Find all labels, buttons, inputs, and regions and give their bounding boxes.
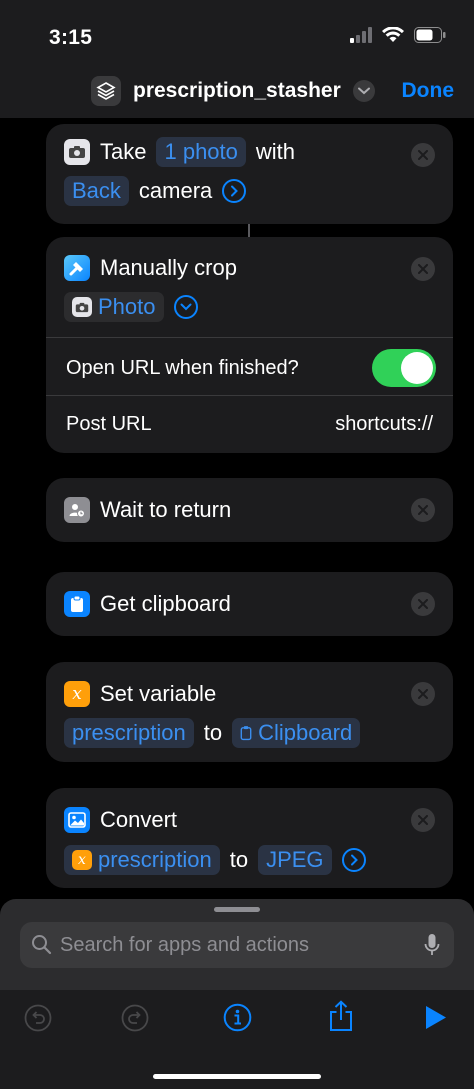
crop-input-param[interactable]: Photo xyxy=(64,292,164,322)
cellular-signal-icon xyxy=(350,27,372,43)
remove-action-convert[interactable] xyxy=(411,808,435,832)
remove-action-take-photo[interactable] xyxy=(411,143,435,167)
search-placeholder: Search for apps and actions xyxy=(60,934,310,956)
variable-value-param[interactable]: Clipboard xyxy=(232,718,361,748)
camera-icon xyxy=(72,297,92,317)
photo-count-param[interactable]: 1 photo xyxy=(156,137,246,167)
convert-input-param[interactable]: x prescription xyxy=(64,845,220,875)
collapse-chevron-down-icon[interactable] xyxy=(173,295,198,319)
undo-icon[interactable] xyxy=(24,1004,52,1032)
open-url-toggle[interactable] xyxy=(372,349,436,387)
post-url-value[interactable]: shortcuts:// xyxy=(335,413,433,436)
crop-input-label: Photo xyxy=(98,294,156,319)
divider xyxy=(46,337,453,338)
remove-action-crop[interactable] xyxy=(411,257,435,281)
convert-title: Convert xyxy=(100,807,178,832)
variable-value-label: Clipboard xyxy=(258,720,353,745)
search-field[interactable]: Search for apps and actions xyxy=(20,922,454,968)
clipboard-icon xyxy=(240,726,252,741)
toggle-knob xyxy=(401,352,433,384)
editor-toolbar xyxy=(0,990,474,1089)
share-icon[interactable] xyxy=(328,1000,354,1032)
expand-chevron-right-icon[interactable] xyxy=(341,848,366,872)
clipboard-title: Get clipboard xyxy=(100,591,231,616)
action-get-clipboard[interactable]: Get clipboard xyxy=(46,572,453,636)
close-icon xyxy=(418,599,428,609)
camera-icon xyxy=(64,139,90,165)
action-wait-to-return[interactable]: Wait to return xyxy=(46,478,453,542)
camera-label: camera xyxy=(138,178,213,203)
status-time: 3:15 xyxy=(49,26,93,49)
variable-x-icon: x xyxy=(72,850,92,870)
to-label: to xyxy=(203,720,223,745)
remove-action-set-variable[interactable] xyxy=(411,682,435,706)
close-icon xyxy=(418,689,428,699)
variable-name-param[interactable]: prescription xyxy=(64,718,194,748)
status-icons xyxy=(350,27,446,43)
crop-title: Manually crop xyxy=(100,255,237,280)
action-convert[interactable]: Convert x prescription to JPEG xyxy=(46,788,453,888)
microphone-icon[interactable] xyxy=(424,933,440,957)
action-manually-crop[interactable]: Manually crop Photo Open URL when finish… xyxy=(46,237,453,453)
play-run-icon[interactable] xyxy=(425,1005,447,1030)
with-label: with xyxy=(255,139,296,164)
action-connector xyxy=(248,224,250,237)
info-icon[interactable] xyxy=(223,1003,252,1032)
chevron-down-icon xyxy=(352,80,375,102)
close-icon xyxy=(418,150,428,160)
clipboard-icon xyxy=(64,591,90,617)
to-label: to xyxy=(229,847,249,872)
convert-input-label: prescription xyxy=(98,847,212,872)
remove-action-wait[interactable] xyxy=(411,498,435,522)
variable-x-icon: x xyxy=(64,681,90,707)
post-url-label: Post URL xyxy=(66,413,152,435)
convert-format-param[interactable]: JPEG xyxy=(258,845,332,875)
sheet-grabber[interactable] xyxy=(214,907,260,912)
shortcut-title-menu[interactable]: prescription_stasher xyxy=(91,76,375,106)
open-url-label: Open URL when finished? xyxy=(66,357,299,379)
wait-title: Wait to return xyxy=(100,497,232,522)
close-icon xyxy=(418,505,428,515)
top-bar: 3:15 prescription_stasher Done xyxy=(0,0,474,118)
home-indicator xyxy=(153,1074,321,1079)
shortcut-title: prescription_stasher xyxy=(133,79,341,102)
set-variable-title: Set variable xyxy=(100,681,217,706)
image-photo-icon xyxy=(64,807,90,833)
close-icon xyxy=(418,815,428,825)
crop-tool-icon xyxy=(64,255,90,281)
redo-icon[interactable] xyxy=(121,1004,149,1032)
expand-chevron-right-icon[interactable] xyxy=(222,179,247,203)
close-icon xyxy=(418,264,428,274)
remove-action-clipboard[interactable] xyxy=(411,592,435,616)
shortcut-layers-icon xyxy=(91,76,121,106)
search-icon xyxy=(32,935,52,955)
wifi-icon xyxy=(382,27,404,42)
action-take-photo[interactable]: Take 1 photo with Back camera xyxy=(46,124,453,224)
take-label: Take xyxy=(100,139,147,164)
action-set-variable[interactable]: x Set variable prescription to Clipboard xyxy=(46,662,453,762)
camera-side-param[interactable]: Back xyxy=(64,176,129,206)
battery-icon xyxy=(414,27,446,43)
person-clock-icon xyxy=(64,497,90,523)
divider xyxy=(46,395,453,396)
action-search-sheet: Search for apps and actions xyxy=(0,899,474,1089)
done-button[interactable]: Done xyxy=(402,79,455,103)
